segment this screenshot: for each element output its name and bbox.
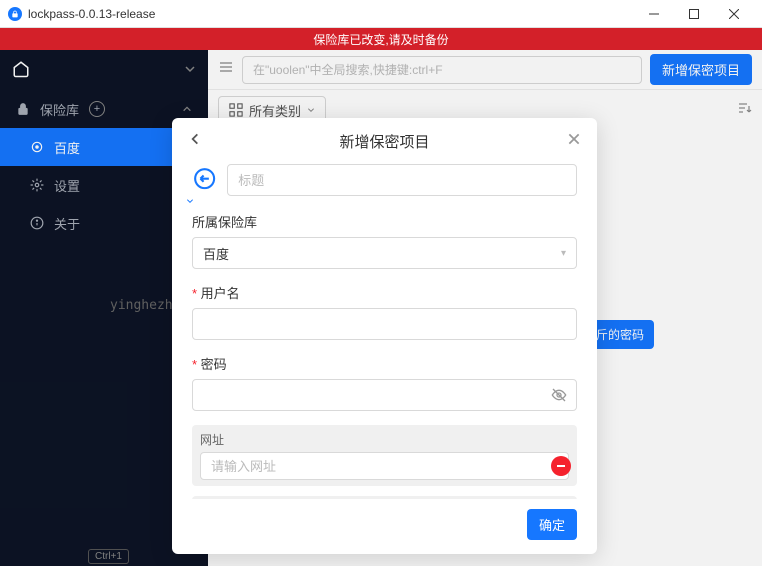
add-secret-modal: 新增保密项目 所属保险库 百度 ▾ 用户名 密码 [172, 118, 597, 554]
username-input[interactable] [192, 308, 577, 340]
remove-url-button[interactable] [551, 456, 571, 476]
modal-title: 新增保密项目 [202, 131, 567, 152]
close-icon[interactable] [567, 132, 581, 151]
close-button[interactable] [714, 0, 754, 28]
chevron-down-icon: ▾ [561, 248, 566, 259]
entry-type-icon[interactable] [192, 166, 217, 194]
maximize-button[interactable] [674, 0, 714, 28]
username-label: 用户名 [192, 283, 577, 302]
password-input[interactable] [192, 379, 577, 411]
vault-select[interactable]: 百度 ▾ [192, 237, 577, 269]
url-field-block: 网址 [192, 425, 577, 486]
backup-banner: 保险库已改变,请及时备份 [0, 28, 762, 50]
vault-field-label: 所属保险库 [192, 212, 577, 231]
confirm-button[interactable]: 确定 [527, 509, 577, 540]
url-label: 网址 [200, 431, 569, 448]
password-label: 密码 [192, 354, 577, 373]
minimize-button[interactable] [634, 0, 674, 28]
title-input[interactable] [227, 164, 577, 196]
back-button[interactable] [188, 132, 202, 151]
add-more-button[interactable]: + 添加更多 [192, 496, 577, 499]
window-titlebar: lockpass-0.0.13-release [0, 0, 762, 28]
url-input[interactable] [200, 452, 569, 480]
app-icon [8, 7, 22, 21]
eye-off-icon[interactable] [551, 387, 567, 408]
window-title: lockpass-0.0.13-release [28, 7, 155, 21]
